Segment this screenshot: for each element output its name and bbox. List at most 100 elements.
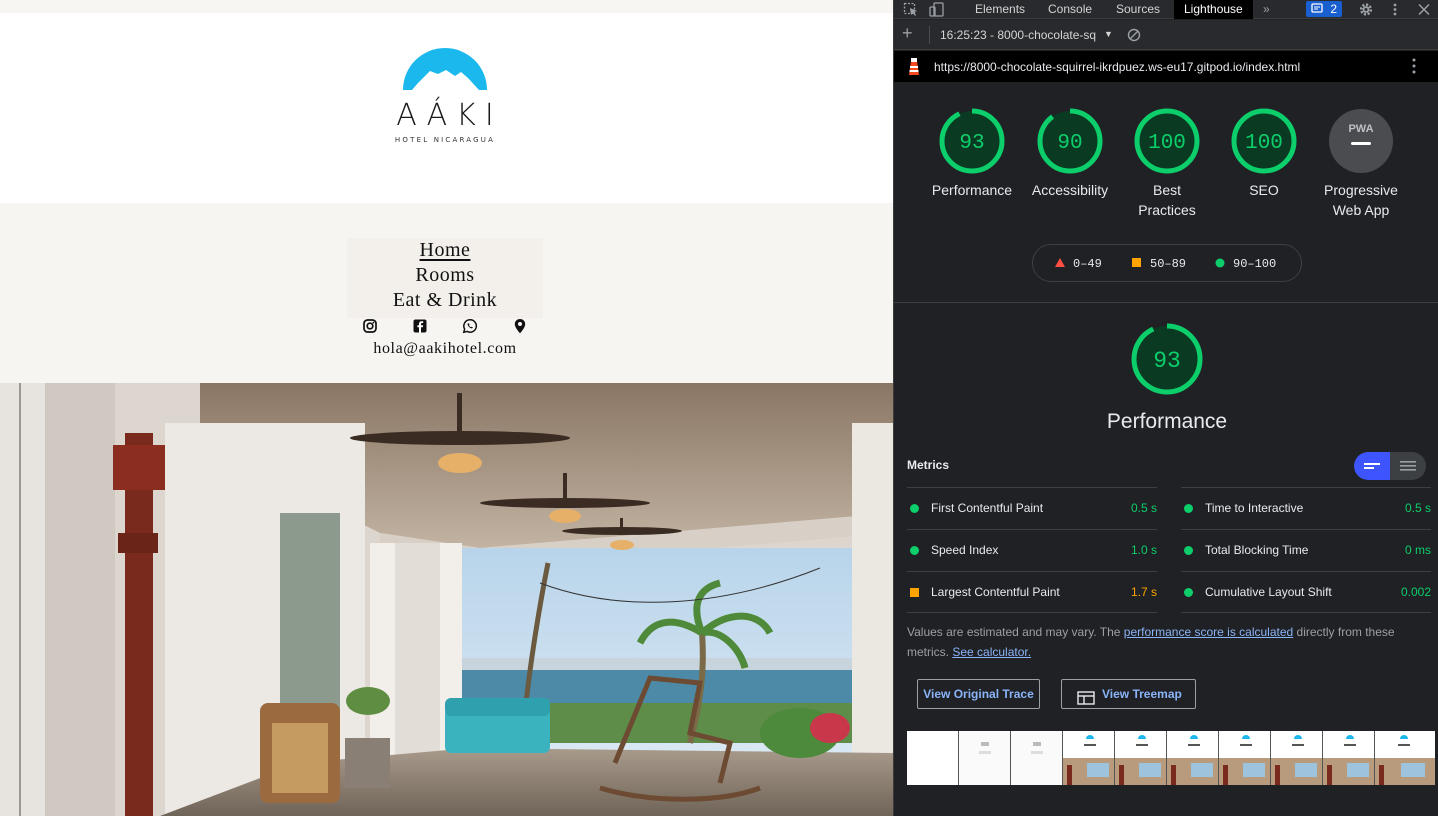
issues-count: 2 [1330,2,1337,16]
metric-name: Time to Interactive [1205,501,1304,515]
legend-average: 50–89 [1132,257,1186,271]
hero-image [0,383,893,816]
brand-tagline: HOTEL NICARAGUA [394,136,496,144]
metric-value: 1.0 s [1130,543,1157,557]
performance-gauge-large: 93 [1131,323,1203,395]
filmstrip-frame [1115,731,1167,785]
gauge-ring: 93 [939,108,1005,174]
metric-cls[interactable]: Cumulative Layout Shift 0.002 [1181,571,1431,613]
status-dot [1184,546,1193,555]
gauge-score: 100 [1148,132,1186,155]
nav-link-home[interactable]: Home [347,239,543,262]
report-menu-icon[interactable] [1412,58,1416,74]
instagram-icon[interactable] [362,318,378,334]
nav-link-eat-drink[interactable]: Eat & Drink [347,289,543,312]
message-icon [1311,1,1323,19]
metric-tti[interactable]: Time to Interactive 0.5 s [1181,487,1431,529]
metric-name: First Contentful Paint [931,501,1044,515]
devtools-panel: Elements Console Sources Lighthouse » 2 … [893,0,1438,816]
gauge-seo[interactable]: 100 SEO [1219,108,1309,228]
report-url[interactable]: https://8000-chocolate-squirrel-ikrdpuez… [934,60,1300,74]
filmstrip-frame [1271,731,1323,785]
view-original-trace-button[interactable]: View Original Trace [917,679,1040,709]
report-select[interactable]: 16:25:23 - 8000-chocolate-sq [940,28,1096,42]
tab-lighthouse[interactable]: Lighthouse [1174,0,1253,19]
filmstrip-frame [1375,731,1435,785]
gauge-pwa[interactable]: PWA Progressive Web App [1312,108,1410,228]
treemap-label: View Treemap [1102,687,1182,701]
metric-value: 0.002 [1400,585,1431,599]
toolbar-divider [929,26,930,44]
contact-email[interactable]: hola@aakihotel.com [347,340,543,358]
metrics-heading: Metrics [907,458,950,472]
report-url-bar: https://8000-chocolate-squirrel-ikrdpuez… [894,51,1438,82]
close-icon[interactable] [1416,2,1432,17]
facebook-icon[interactable] [412,318,428,334]
gauge-ring: 90 [1037,108,1103,174]
tab-elements[interactable]: Elements [975,0,1025,19]
metrics-note: Values are estimated and may vary. The p… [907,625,1395,659]
metric-speed-index[interactable]: Speed Index 1.0 s [907,529,1157,571]
filmstrip-frame [907,731,959,785]
performance-score: 93 [1153,348,1181,374]
logo-mark[interactable] [382,38,508,150]
toggle-expanded[interactable] [1390,452,1426,480]
new-report-button[interactable]: + [902,24,918,42]
see-calculator-link[interactable]: See calculator. [952,645,1031,659]
tab-sources[interactable]: Sources [1116,0,1160,19]
gauge-ring: 100 [1231,108,1297,174]
metrics-view-toggle[interactable] [1354,452,1426,480]
score-calculated-link[interactable]: performance score is calculated [1124,625,1293,639]
metric-name: Cumulative Layout Shift [1205,585,1332,599]
status-dot [1184,504,1193,513]
more-options-icon[interactable] [1387,2,1403,17]
brand-name: AÁKI [396,98,503,133]
metric-lcp[interactable]: Largest Contentful Paint 1.7 s [907,571,1157,613]
chevron-down-icon[interactable]: ▼ [1104,29,1113,39]
gauge-performance[interactable]: 93 Performance [927,108,1017,228]
gauge-best-practices[interactable]: 100 Best Practices [1122,108,1212,228]
metric-value: 0 ms [1404,543,1431,557]
legend-fail: 0–49 [1055,257,1102,271]
devtools-tab-bar: Elements Console Sources Lighthouse » 2 [894,0,1438,19]
whatsapp-icon[interactable] [462,318,478,334]
filmstrip-frame [1323,731,1375,785]
pwa-badge-text: PWA [1348,123,1373,135]
device-toolbar-icon[interactable] [929,2,945,17]
metric-value: 0.5 s [1404,501,1431,515]
score-legend: 0–49 50–89 90–100 [1032,244,1302,282]
more-tabs-icon[interactable]: » [1263,0,1270,19]
inspect-element-icon[interactable] [903,2,919,17]
filmstrip-frame [1219,731,1271,785]
metric-fcp[interactable]: First Contentful Paint 0.5 s [907,487,1157,529]
toggle-compact[interactable] [1354,452,1390,480]
status-dot [910,588,919,597]
performance-title: Performance [1106,410,1228,433]
metric-tbt[interactable]: Total Blocking Time 0 ms [1181,529,1431,571]
issues-badge[interactable]: 2 [1306,1,1342,17]
view-treemap-button[interactable]: View Treemap [1061,679,1196,709]
compact-view-icon [1364,463,1380,469]
metrics-bottom-border [907,612,1157,613]
tab-console[interactable]: Console [1048,0,1092,19]
square-icon [1132,258,1141,267]
metric-name: Largest Contentful Paint [931,585,1060,599]
status-dot [1184,588,1193,597]
circle-icon [1215,258,1225,268]
filmstrip-frame [1167,731,1219,785]
gauge-accessibility[interactable]: 90 Accessibility [1025,108,1115,228]
gauge-score: 90 [1057,132,1082,155]
map-pin-icon[interactable] [512,318,528,334]
nav-link-rooms[interactable]: Rooms [347,264,543,287]
gauge-label: Accessibility [1031,182,1109,198]
clear-icon[interactable] [1127,28,1141,47]
gauge-label: SEO [1249,182,1279,198]
treemap-icon [1077,687,1095,715]
gauge-label: Progressive Web App [1324,182,1398,218]
expanded-view-icon [1400,461,1416,471]
filmstrip-frame [959,731,1011,785]
gear-icon[interactable] [1358,2,1374,17]
gauge-label: Performance [931,182,1013,198]
gauge-score: 100 [1245,132,1283,155]
metric-value: 1.7 s [1130,585,1157,599]
